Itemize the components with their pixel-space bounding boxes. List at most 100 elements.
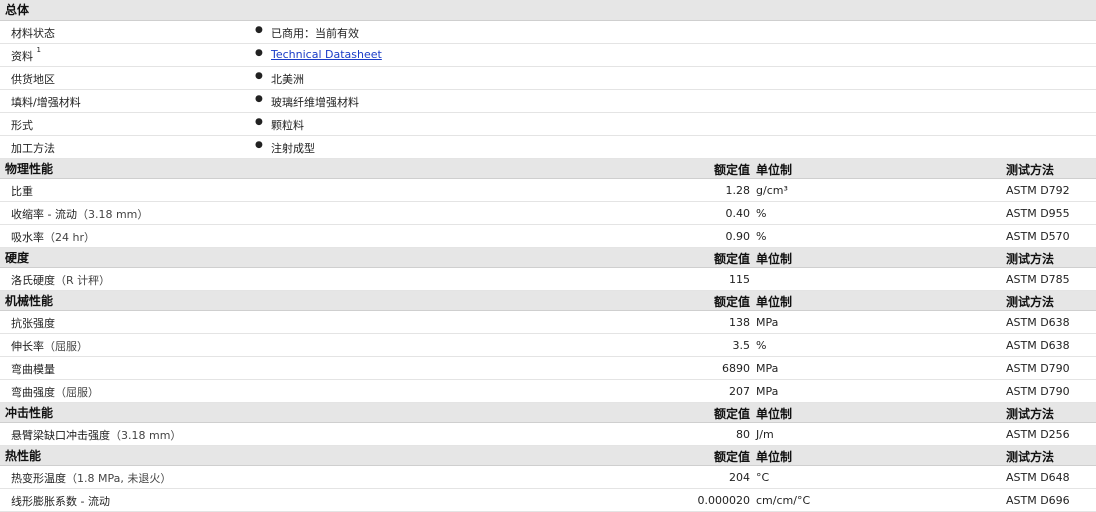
column-header-unit: 单位制 bbox=[756, 450, 793, 464]
column-header-method: 测试方法 bbox=[1006, 252, 1055, 266]
general-row: 材料状态 ● 已商用：当前有效 bbox=[0, 21, 1096, 44]
property-value: 115 bbox=[729, 273, 750, 286]
test-method: ASTM D638 bbox=[1006, 316, 1070, 329]
property-row: 收缩率 - 流动（3.18 mm） 0.40 % ASTM D955 bbox=[0, 202, 1096, 225]
section-title: 机械性能 bbox=[5, 294, 54, 308]
property-row: 悬臂梁缺口冲击强度（3.18 mm） 80 J/m ASTM D256 bbox=[0, 423, 1096, 446]
property-label: 资料 1 bbox=[11, 46, 41, 63]
property-value: 玻璃纤维增强材料 bbox=[271, 96, 359, 109]
general-row: 加工方法 ● 注射成型 bbox=[0, 136, 1096, 159]
property-label: 形式 bbox=[11, 119, 33, 132]
property-row: 弯曲强度（屈服） 207 MPa ASTM D790 bbox=[0, 380, 1096, 403]
property-label: 比重 bbox=[11, 185, 33, 198]
property-value: 204 bbox=[729, 471, 750, 484]
bullet-icon: ● bbox=[255, 71, 263, 81]
column-header-value: 额定值 bbox=[713, 407, 750, 421]
test-method: ASTM D648 bbox=[1006, 471, 1070, 484]
property-unit: % bbox=[756, 207, 767, 220]
property-row: 抗张强度 138 MPa ASTM D638 bbox=[0, 311, 1096, 334]
test-method: ASTM D785 bbox=[1006, 273, 1070, 286]
property-label: 线形膨胀系数 - 流动 bbox=[11, 495, 110, 508]
property-label: 收缩率 - 流动（3.18 mm） bbox=[11, 208, 149, 221]
column-header-method: 测试方法 bbox=[1006, 450, 1055, 464]
property-value: 0.000020 bbox=[697, 494, 751, 507]
test-method: ASTM D696 bbox=[1006, 494, 1070, 507]
test-method: ASTM D792 bbox=[1006, 184, 1070, 197]
column-header-unit: 单位制 bbox=[756, 252, 793, 266]
property-unit: J/m bbox=[756, 428, 774, 441]
property-unit: MPa bbox=[756, 362, 779, 375]
property-row: 线形膨胀系数 - 流动 0.000020 cm/cm/°C ASTM D696 bbox=[0, 489, 1096, 512]
column-header-value: 额定值 bbox=[713, 295, 750, 309]
property-row: 弯曲模量 6890 MPa ASTM D790 bbox=[0, 357, 1096, 380]
section-title: 总体 bbox=[5, 3, 30, 17]
bullet-icon: ● bbox=[255, 48, 263, 58]
section-header-impact: 冲击性能 额定值 单位制 测试方法 bbox=[0, 403, 1096, 423]
general-row: 资料 1 ● Technical Datasheet bbox=[0, 44, 1096, 67]
section-header-general: 总体 bbox=[0, 0, 1096, 21]
property-label: 供货地区 bbox=[11, 73, 55, 86]
property-value: 北美洲 bbox=[271, 73, 304, 86]
property-label: 悬臂梁缺口冲击强度（3.18 mm） bbox=[11, 429, 182, 442]
test-method: ASTM D570 bbox=[1006, 230, 1070, 243]
section-title: 冲击性能 bbox=[5, 406, 54, 420]
property-label: 抗张强度 bbox=[11, 317, 55, 330]
property-value: 207 bbox=[729, 385, 750, 398]
column-header-method: 测试方法 bbox=[1006, 295, 1055, 309]
property-label: 填料/增强材料 bbox=[11, 96, 81, 109]
bullet-icon: ● bbox=[255, 94, 263, 104]
test-method: ASTM D790 bbox=[1006, 385, 1070, 398]
bullet-icon: ● bbox=[255, 140, 263, 150]
property-value: 0.40 bbox=[725, 207, 751, 220]
bullet-icon: ● bbox=[255, 117, 263, 127]
section-header-physical: 物理性能 额定值 单位制 测试方法 bbox=[0, 159, 1096, 179]
column-header-method: 测试方法 bbox=[1006, 407, 1055, 421]
property-row: 伸长率（屈服） 3.5 % ASTM D638 bbox=[0, 334, 1096, 357]
property-value: 颗粒料 bbox=[271, 119, 304, 132]
property-unit: % bbox=[756, 339, 767, 352]
general-row: 供货地区 ● 北美洲 bbox=[0, 67, 1096, 90]
property-value: 6890 bbox=[722, 362, 750, 375]
section-title: 物理性能 bbox=[5, 162, 54, 176]
property-label: 加工方法 bbox=[11, 142, 55, 155]
property-unit: cm/cm/°C bbox=[756, 494, 811, 507]
column-header-unit: 单位制 bbox=[756, 295, 793, 309]
section-header-thermal: 热性能 额定值 单位制 测试方法 bbox=[0, 446, 1096, 466]
section-title: 热性能 bbox=[5, 449, 42, 463]
test-method: ASTM D790 bbox=[1006, 362, 1070, 375]
column-header-method: 测试方法 bbox=[1006, 163, 1055, 177]
datasheet: 总体 材料状态 ● 已商用：当前有效 资料 1 ● Technical Data… bbox=[0, 0, 1096, 512]
property-unit: % bbox=[756, 230, 767, 243]
property-row: 吸水率（24 hr） 0.90 % ASTM D570 bbox=[0, 225, 1096, 248]
section-title: 硬度 bbox=[5, 251, 30, 265]
section-header-mechanical: 机械性能 额定值 单位制 测试方法 bbox=[0, 291, 1096, 311]
property-label: 弯曲强度（屈服） bbox=[11, 386, 99, 399]
property-label: 吸水率（24 hr） bbox=[11, 231, 95, 244]
column-header-value: 额定值 bbox=[713, 450, 750, 464]
technical-datasheet-link[interactable]: Technical Datasheet bbox=[271, 48, 382, 61]
property-value: 已商用：当前有效 bbox=[271, 27, 359, 40]
property-value: 0.90 bbox=[725, 230, 751, 243]
test-method: ASTM D638 bbox=[1006, 339, 1070, 352]
general-row: 形式 ● 颗粒料 bbox=[0, 113, 1096, 136]
column-header-value: 额定值 bbox=[713, 252, 750, 266]
general-row: 填料/增强材料 ● 玻璃纤维增强材料 bbox=[0, 90, 1096, 113]
property-unit: MPa bbox=[756, 385, 779, 398]
test-method: ASTM D256 bbox=[1006, 428, 1070, 441]
property-value: 3.5 bbox=[732, 339, 751, 352]
column-header-unit: 单位制 bbox=[756, 163, 793, 177]
property-row: 洛氏硬度（R 计秤） 115 ASTM D785 bbox=[0, 268, 1096, 291]
column-header-value: 额定值 bbox=[713, 163, 750, 177]
property-value: 80 bbox=[736, 428, 750, 441]
property-value: 1.28 bbox=[725, 184, 751, 197]
property-unit: g/cm³ bbox=[756, 184, 788, 197]
property-label: 伸长率（屈服） bbox=[11, 340, 88, 353]
property-label: 洛氏硬度（R 计秤） bbox=[11, 274, 111, 287]
property-label: 热变形温度（1.8 MPa, 未退火） bbox=[11, 472, 172, 485]
test-method: ASTM D955 bbox=[1006, 207, 1070, 220]
bullet-icon: ● bbox=[255, 25, 263, 35]
property-row: 比重 1.28 g/cm³ ASTM D792 bbox=[0, 179, 1096, 202]
property-unit: MPa bbox=[756, 316, 779, 329]
property-unit: °C bbox=[756, 471, 770, 484]
property-label: 材料状态 bbox=[11, 27, 55, 40]
